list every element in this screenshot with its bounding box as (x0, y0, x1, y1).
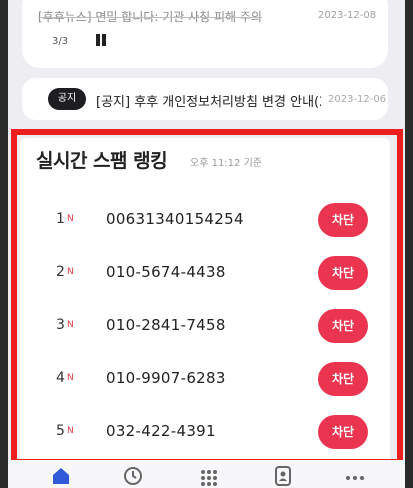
new-badge: N (67, 373, 74, 383)
bottom-nav (8, 460, 405, 488)
news-date: 2023-12-08 (318, 10, 377, 21)
new-badge: N (67, 267, 74, 277)
block-button[interactable]: 차단 (318, 203, 368, 237)
block-button[interactable]: 차단 (318, 362, 368, 396)
new-badge: N (67, 214, 74, 224)
rank-number: 1 (56, 211, 65, 227)
spam-rank-row: 2 N 010-5674-4438 차단 (20, 252, 390, 296)
pause-icon[interactable] (95, 34, 107, 46)
spam-phone-number[interactable]: 010-5674-4438 (106, 263, 226, 281)
news-headline[interactable]: [후후뉴스] 면밀 합니다: 기관 사칭 피해 주의 (38, 8, 286, 25)
nav-recent[interactable] (118, 460, 148, 488)
dialpad-icon (201, 470, 217, 486)
news-page-indicator: 3/3 (52, 36, 69, 47)
spam-ranking-updated: 오후 11:12 기준 (190, 158, 262, 169)
spam-phone-number[interactable]: 032-422-4391 (106, 422, 216, 440)
spam-ranking-title: 실시간 스팸 랭킹 (36, 150, 168, 172)
spam-rank-row: 1 N 00631340154254 차단 (20, 199, 390, 243)
block-button[interactable]: 차단 (318, 309, 368, 343)
clock-icon (124, 467, 142, 485)
rank-number: 3 (56, 317, 65, 333)
notice-title: [공지] 후후 개인정보처리방침 변경 안내(2… (96, 95, 321, 110)
spam-phone-number[interactable]: 010-2841-7458 (106, 316, 226, 334)
nav-home[interactable] (46, 460, 76, 488)
new-badge: N (67, 426, 74, 436)
more-icon (346, 476, 364, 480)
nav-contacts[interactable] (268, 460, 298, 488)
spam-rank-row: 5 N 032-422-4391 차단 (20, 411, 390, 455)
notice-date: 2023-12-06 (328, 94, 387, 105)
new-badge: N (67, 320, 74, 330)
spam-rank-row: 3 N 010-2841-7458 차단 (20, 305, 390, 349)
nav-more[interactable] (340, 460, 370, 488)
block-button[interactable]: 차단 (318, 256, 368, 290)
home-icon (53, 468, 69, 484)
block-button[interactable]: 차단 (318, 415, 368, 449)
notice-badge: 공지 (48, 88, 86, 110)
spam-rank-row: 4 N 010-9907-6283 차단 (20, 358, 390, 402)
notice-row[interactable]: 공지 [공지] 후후 개인정보처리방침 변경 안내(2… 2023-12-06 (22, 78, 388, 120)
spam-phone-number[interactable]: 00631340154254 (106, 210, 244, 228)
contact-icon (275, 466, 291, 486)
rank-number: 2 (56, 264, 65, 280)
rank-number: 5 (56, 423, 65, 439)
rank-number: 4 (56, 370, 65, 386)
nav-dialpad[interactable] (194, 460, 224, 488)
spam-phone-number[interactable]: 010-9907-6283 (106, 369, 226, 387)
